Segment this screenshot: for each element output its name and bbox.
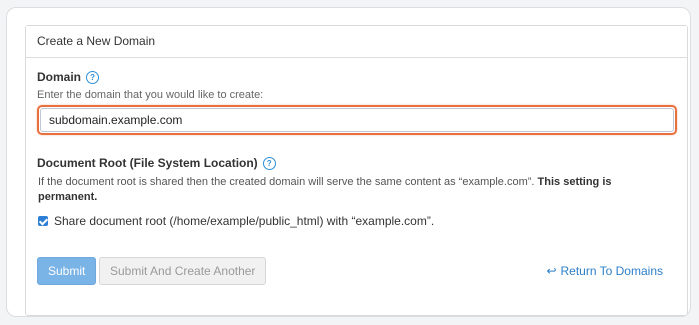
document-root-description: If the document root is shared then the … — [38, 175, 668, 205]
share-document-root-label[interactable]: Share document root (/home/example/publi… — [54, 214, 434, 228]
help-icon[interactable]: ? — [262, 156, 276, 170]
reply-arrow-icon: ↩ — [546, 264, 557, 278]
return-to-domains-link[interactable]: ↩ Return To Domains — [546, 264, 663, 278]
page-container: Create a New Domain Domain ? Enter the d… — [6, 7, 691, 317]
create-domain-panel: Create a New Domain Domain ? Enter the d… — [25, 25, 688, 316]
submit-and-create-another-button[interactable]: Submit And Create Another — [99, 257, 267, 285]
domain-input-wrapper — [37, 105, 677, 135]
submit-button[interactable]: Submit — [37, 257, 97, 285]
panel-title: Create a New Domain — [26, 26, 687, 58]
domain-label: Domain — [37, 70, 82, 84]
domain-hint: Enter the domain that you would like to … — [37, 89, 264, 101]
share-document-root-checkbox[interactable] — [38, 216, 48, 226]
document-root-description-text: If the document root is shared then the … — [38, 176, 535, 188]
domain-input[interactable] — [40, 108, 674, 132]
document-root-section-title: Document Root (File System Location) ? — [37, 156, 276, 170]
share-document-root-row: Share document root (/home/example/publi… — [38, 214, 434, 228]
domain-section-title: Domain ? — [37, 70, 100, 84]
document-root-label: Document Root (File System Location) — [37, 156, 258, 170]
help-icon[interactable]: ? — [86, 70, 100, 84]
return-to-domains-label: Return To Domains — [560, 264, 664, 278]
